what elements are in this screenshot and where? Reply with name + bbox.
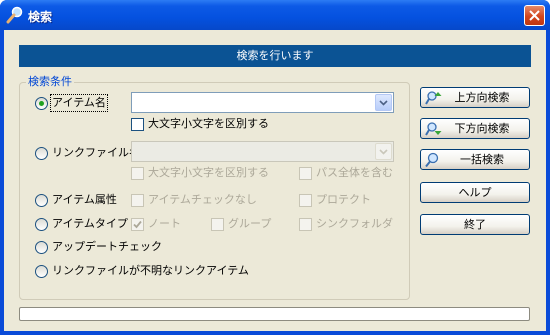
item-name-case-checkbox[interactable]: [131, 118, 144, 131]
link-case-checkbox[interactable]: [131, 167, 144, 180]
close-button[interactable]: 終了: [420, 214, 530, 235]
info-banner: 検索を行います: [19, 45, 531, 67]
close-label: 終了: [464, 218, 486, 231]
item-name-combo[interactable]: [131, 92, 394, 113]
combo-dropdown-button[interactable]: [375, 143, 392, 160]
radio-item-name[interactable]: [35, 97, 48, 110]
note-checkbox[interactable]: [131, 218, 144, 231]
search-all-icon: [425, 152, 439, 168]
radio-unknown-link[interactable]: [35, 265, 48, 278]
radio-link-file-name-label[interactable]: リンクファイル名: [52, 146, 140, 160]
search-up-label: 上方向検索: [454, 91, 510, 104]
close-icon: [529, 10, 540, 21]
window-title: 検索: [28, 10, 53, 24]
full-path-checkbox[interactable]: [299, 167, 312, 180]
group-label: グループ: [228, 217, 272, 230]
search-all-label: 一括検索: [460, 153, 504, 166]
link-case-label: 大文字小文字を区別する: [148, 166, 269, 179]
help-label: ヘルプ: [458, 186, 492, 199]
search-up-button[interactable]: 上方向検索: [420, 87, 530, 108]
radio-item-type-label[interactable]: アイテムタイプ: [52, 217, 128, 231]
combo-dropdown-button[interactable]: [375, 94, 392, 111]
no-check-label: アイテムチェックなし: [148, 193, 257, 206]
note-label: ノート: [148, 217, 181, 230]
protect-label: プロテクト: [316, 193, 371, 206]
search-down-label: 下方向検索: [454, 122, 510, 135]
radio-update-check[interactable]: [35, 241, 48, 254]
chevron-down-icon: [379, 100, 388, 106]
checkmark-icon: [133, 220, 142, 229]
search-down-icon: [425, 122, 442, 136]
chevron-down-icon: [379, 149, 388, 155]
radio-link-file-name[interactable]: [35, 147, 48, 160]
search-all-button[interactable]: 一括検索: [420, 149, 530, 170]
no-check-checkbox[interactable]: [131, 194, 144, 207]
radio-item-attribute[interactable]: [35, 194, 48, 207]
search-dialog: 検索 検索を行います 検索条件 アイテム名 大文字小文字を区別する リンクファイ…: [0, 0, 550, 335]
help-button[interactable]: ヘルプ: [420, 182, 530, 203]
protect-checkbox[interactable]: [299, 194, 312, 207]
status-bar: [19, 307, 530, 321]
radio-item-type[interactable]: [35, 218, 48, 231]
item-name-case-label: 大文字小文字を区別する: [148, 117, 269, 130]
search-up-icon: [425, 91, 442, 105]
dialog-body: 検索を行います 検索条件 アイテム名 大文字小文字を区別する リンクファイル名 …: [4, 30, 546, 331]
radio-unknown-link-label[interactable]: リンクファイルが不明なリンクアイテム: [52, 264, 249, 278]
search-down-button[interactable]: 下方向検索: [420, 118, 530, 139]
radio-update-check-label[interactable]: アップデートチェック: [52, 240, 162, 254]
full-path-label: パス全体を含む: [316, 166, 393, 179]
link-file-name-combo[interactable]: [131, 141, 394, 162]
radio-item-attribute-label[interactable]: アイテム属性: [52, 193, 117, 207]
magnifier-icon: [6, 6, 23, 24]
radio-item-name-label[interactable]: アイテム名: [50, 94, 108, 112]
title-bar[interactable]: 検索: [0, 0, 550, 30]
group-legend: 検索条件: [26, 75, 74, 89]
symlink-checkbox[interactable]: [299, 218, 312, 231]
close-window-button[interactable]: [524, 5, 545, 26]
symlink-label: シンクフォルダ: [316, 217, 393, 230]
group-checkbox[interactable]: [211, 218, 224, 231]
